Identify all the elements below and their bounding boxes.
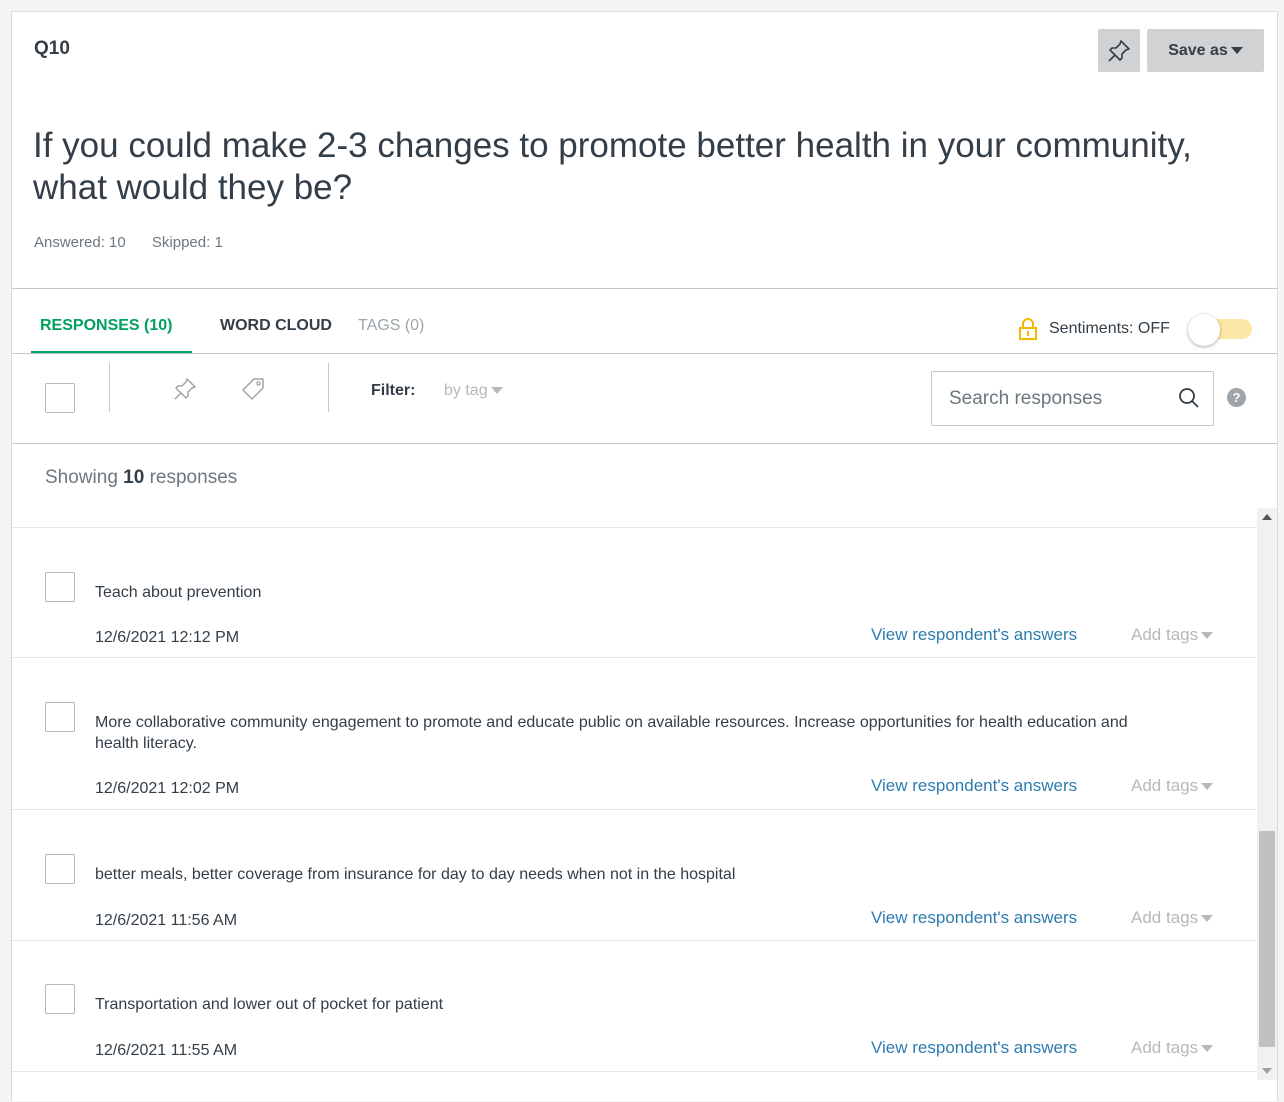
question-card: Q10 Save as If you could make 2-3 change… <box>11 11 1278 1101</box>
search-input[interactable] <box>933 373 1163 424</box>
filter-label: Filter: <box>371 382 416 399</box>
skipped-count: Skipped: 1 <box>151 234 223 251</box>
question-number: Q10 <box>34 38 70 59</box>
response-row: Transportation and lower out of pocket f… <box>12 941 1256 1072</box>
view-respondent-answers-link[interactable]: View respondent's answers <box>871 1038 1077 1058</box>
tab-word-cloud[interactable]: WORD CLOUD <box>220 317 332 335</box>
select-all-checkbox[interactable] <box>45 383 75 413</box>
pin-icon <box>1108 39 1130 62</box>
toolbar-divider <box>109 363 110 412</box>
divider <box>12 288 1277 289</box>
response-text: More collaborative community engagement … <box>95 714 1128 752</box>
scroll-up-arrow-icon[interactable] <box>1262 514 1272 520</box>
divider <box>12 443 1277 444</box>
response-row: Teach about prevention 12/6/2021 12:12 P… <box>12 528 1256 658</box>
add-tags-label: Add tags <box>1131 776 1199 795</box>
response-row: More collaborative community engagement … <box>12 658 1256 810</box>
toolbar-divider <box>328 363 329 412</box>
filter-by-tag-dropdown[interactable]: by tag <box>444 382 503 400</box>
search-box <box>931 371 1214 426</box>
filter-value: by tag <box>444 382 488 399</box>
add-tags-dropdown[interactable]: Add tags <box>1131 908 1214 928</box>
add-tags-dropdown[interactable]: Add tags <box>1131 625 1214 645</box>
view-respondent-answers-link[interactable]: View respondent's answers <box>871 776 1077 796</box>
tag-responses-button[interactable] <box>240 376 266 402</box>
response-list-scrollbar[interactable] <box>1257 508 1277 1080</box>
add-tags-label: Add tags <box>1131 625 1199 644</box>
tab-responses[interactable]: RESPONSES (10) <box>40 317 172 335</box>
response-list: Teach about prevention 12/6/2021 12:12 P… <box>12 528 1256 1102</box>
response-text: Transportation and lower out of pocket f… <box>95 996 444 1013</box>
chevron-down-icon <box>1201 1045 1214 1053</box>
search-icon[interactable] <box>1177 386 1201 410</box>
pin-responses-button[interactable] <box>172 376 198 402</box>
sentiments-toggle[interactable] <box>1188 314 1252 346</box>
chevron-down-icon <box>490 387 503 395</box>
scroll-down-arrow-icon[interactable] <box>1262 1068 1272 1074</box>
showing-suffix: responses <box>149 467 238 488</box>
response-checkbox[interactable] <box>45 572 75 602</box>
pin-icon <box>174 378 196 400</box>
response-checkbox[interactable] <box>45 984 75 1014</box>
sentiments-control: Sentiments: OFF <box>1018 318 1170 340</box>
chevron-down-icon <box>1201 915 1214 923</box>
response-checkbox[interactable] <box>45 854 75 884</box>
chevron-down-icon <box>1201 783 1214 791</box>
save-as-button[interactable]: Save as <box>1147 29 1264 72</box>
lock-icon <box>1019 318 1037 340</box>
answered-count: Answered: 10 <box>34 234 126 251</box>
response-checkbox[interactable] <box>45 702 75 732</box>
add-tags-label: Add tags <box>1131 1038 1199 1057</box>
chevron-down-icon <box>1201 632 1214 640</box>
question-title: If you could make 2-3 changes to promote… <box>33 126 1192 207</box>
add-tags-label: Add tags <box>1131 908 1199 927</box>
sentiments-label: Sentiments: OFF <box>1049 320 1170 337</box>
tag-icon <box>242 378 264 400</box>
showing-number: 10 <box>123 467 145 488</box>
divider <box>12 353 1277 354</box>
response-date: 12/6/2021 12:12 PM <box>95 629 240 646</box>
toggle-knob <box>1188 314 1220 346</box>
view-respondent-answers-link[interactable]: View respondent's answers <box>871 908 1077 928</box>
add-tags-dropdown[interactable]: Add tags <box>1131 776 1214 796</box>
view-respondent-answers-link[interactable]: View respondent's answers <box>871 625 1077 645</box>
response-date: 12/6/2021 12:02 PM <box>95 780 240 797</box>
response-text: better meals, better coverage from insur… <box>95 866 736 883</box>
pin-button[interactable] <box>1098 29 1140 72</box>
tab-tags[interactable]: TAGS (0) <box>358 317 424 335</box>
response-date: 12/6/2021 11:56 AM <box>95 912 238 929</box>
showing-prefix: Showing <box>45 467 118 488</box>
showing-count: Showing 10 responses <box>45 467 237 489</box>
chevron-down-icon <box>1230 47 1243 54</box>
save-as-label: Save as <box>1168 41 1228 59</box>
response-text: Teach about prevention <box>95 584 262 601</box>
add-tags-dropdown[interactable]: Add tags <box>1131 1038 1214 1058</box>
question-stats: Answered: 10 Skipped: 1 <box>34 234 245 251</box>
response-date: 12/6/2021 11:55 AM <box>95 1042 238 1059</box>
help-icon[interactable]: ? <box>1227 388 1246 407</box>
scrollbar-thumb[interactable] <box>1259 831 1275 1047</box>
response-row: better meals, better coverage from insur… <box>12 810 1256 941</box>
